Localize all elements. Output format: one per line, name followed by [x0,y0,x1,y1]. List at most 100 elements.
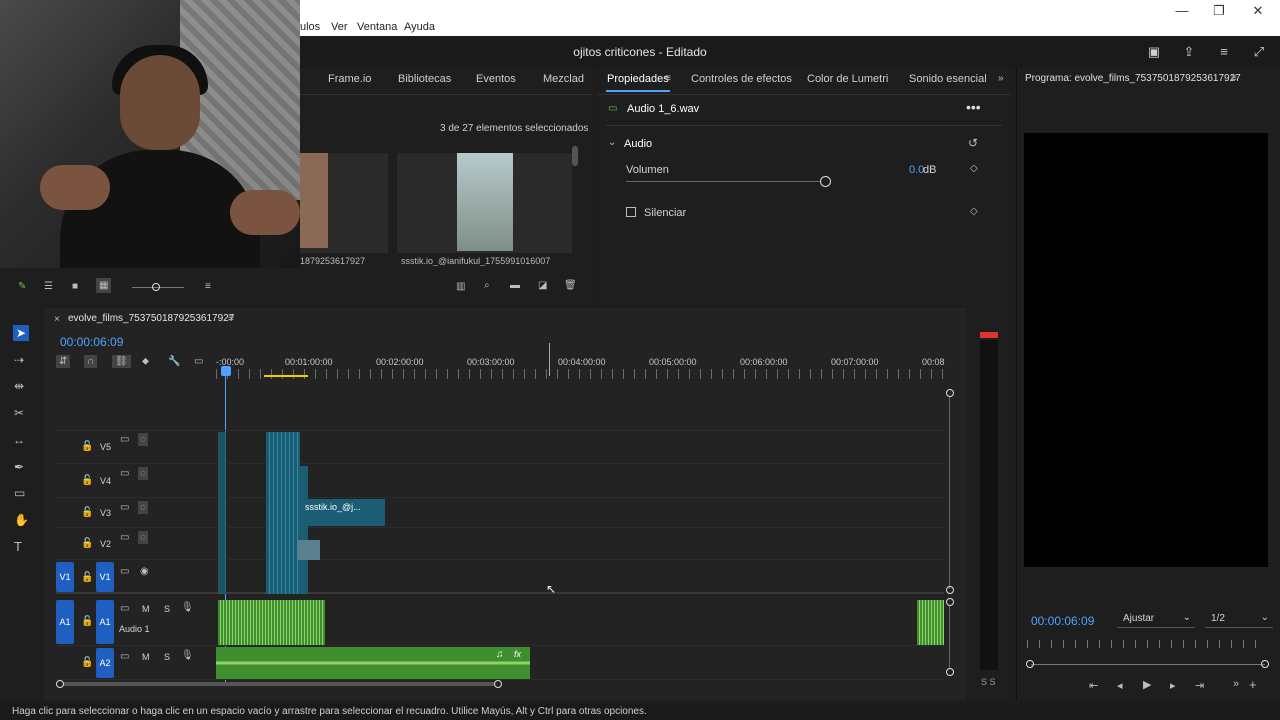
sync-lock-icon[interactable]: ▭ [120,434,129,445]
pen-tool-icon[interactable]: ✒ [14,460,24,474]
microphone-icon[interactable]: 🎙 [181,650,194,661]
eye-hidden-icon[interactable]: ◌ [138,433,148,446]
panel-menu-icon[interactable]: ≡ [665,73,671,84]
media-thumbnail[interactable] [300,153,388,253]
close-icon[interactable]: × [54,314,60,325]
close-icon[interactable]: ✕ [1248,3,1268,19]
eye-hidden-icon[interactable]: ◌ [138,467,148,480]
selection-tool-icon[interactable]: ➤ [13,325,30,341]
play-icon[interactable]: ▶ [1143,678,1151,691]
pencil-icon[interactable]: ✎ [18,281,26,292]
rectangle-tool-icon[interactable]: ▭ [14,486,25,500]
lock-icon[interactable]: 🔓 [81,616,93,627]
sync-lock-icon[interactable]: ▭ [120,532,129,543]
workspace-icon[interactable]: ≡ [1216,44,1232,60]
source-patch-v1[interactable]: V1 [56,562,74,592]
sort-icon[interactable]: ≡ [205,281,211,292]
mute-checkbox[interactable] [626,207,636,217]
program-ruler[interactable] [1027,640,1267,648]
work-area-bar[interactable] [264,375,308,377]
step-back-icon[interactable]: ◂ [1117,679,1123,692]
reset-icon[interactable]: ↺ [968,136,978,150]
video-clip-v3[interactable]: ssstik.io_@j... [302,499,385,526]
microphone-icon[interactable]: 🎙 [181,602,194,613]
tab-bibliotecas[interactable]: Bibliotecas [398,73,451,85]
volume-slider-handle[interactable] [820,176,831,187]
fullscreen-icon[interactable]: ⤢ [1251,44,1267,60]
resolution-select[interactable]: 1/2 ⌄ [1205,610,1273,628]
slip-tool-icon[interactable]: ↔ [13,433,25,447]
wrench-icon[interactable]: 🔧 [168,356,180,367]
solo-track-button[interactable]: S [164,604,170,614]
ripple-edit-tool-icon[interactable]: ⇹ [14,379,24,393]
video-scrollbar[interactable] [949,397,950,589]
source-patch-a1[interactable]: A1 [56,600,74,644]
timeline-zoom-scrollbar[interactable] [60,682,498,686]
more-tabs-icon[interactable]: » [998,73,1004,84]
program-scrollbar[interactable] [1031,664,1265,665]
video-clip[interactable] [300,466,308,594]
minimize-icon[interactable]: — [1172,3,1192,18]
chevron-down-icon[interactable]: ⌄ [608,137,616,148]
eye-hidden-icon[interactable]: ◌ [138,531,148,544]
type-tool-icon[interactable]: T [14,539,22,554]
panel-menu-icon[interactable]: ≡ [228,313,234,324]
volume-slider[interactable] [626,181,826,182]
more-controls-icon[interactable]: » [1233,678,1239,690]
audio-clip-a1-end[interactable] [917,600,944,645]
add-button-icon[interactable]: + [1249,677,1257,692]
track-target-a1[interactable]: A1 [96,600,114,644]
playhead-handle[interactable] [221,366,231,376]
audio-clip-a1[interactable] [218,600,325,645]
fit-select[interactable]: Ajustar ⌄ [1117,610,1195,628]
panel-menu-icon[interactable]: ≡ [1231,73,1237,84]
timeline-timecode[interactable]: 00:00:06:09 [60,335,123,349]
solo-track-button[interactable]: S [164,652,170,662]
captions-icon[interactable]: ▭ [194,356,203,367]
sync-lock-icon[interactable]: ▭ [120,603,129,614]
go-to-out-icon[interactable]: ⇥ [1195,679,1204,692]
eye-icon[interactable]: ◉ [140,566,149,577]
lock-icon[interactable]: 🔓 [81,507,93,518]
video-clip[interactable] [218,432,226,594]
new-item-icon[interactable]: ◪ [538,280,547,291]
track-target-a2[interactable]: A2 [96,648,114,678]
icon-view-icon[interactable]: ■ [72,281,78,292]
frame-io-icon[interactable]: ▣ [1146,44,1162,60]
step-forward-icon[interactable]: ▸ [1170,679,1176,692]
go-to-in-icon[interactable]: ⇤ [1089,679,1098,692]
menu-item-ayuda[interactable]: Ayuda [404,21,435,33]
search-icon[interactable]: ⌕ [484,280,490,291]
folder-icon[interactable]: ▬ [510,280,520,291]
snap-icon[interactable]: ∩ [84,355,98,368]
razor-tool-icon[interactable]: ✂ [14,406,24,420]
program-video-screen[interactable] [1024,133,1268,567]
track-select-tool-icon[interactable]: ⇢ [14,353,24,367]
volume-value[interactable]: 0.0 [909,164,924,176]
tab-controles-efectos[interactable]: Controles de efectos [691,73,792,85]
keyframe-icon[interactable]: ◇ [970,206,978,217]
more-options-icon[interactable]: ••• [966,99,981,115]
tab-eventos[interactable]: Eventos [476,73,516,85]
menu-item-titulos[interactable]: ulos [300,21,320,33]
tab-color-lumetri[interactable]: Color de Lumetri [807,73,888,85]
nest-icon[interactable]: ⇵ [56,355,71,368]
share-icon[interactable]: ⇪ [1181,44,1197,60]
trash-icon[interactable]: 🗑 [564,280,577,291]
hand-tool-icon[interactable]: ✋ [14,513,29,527]
lock-icon[interactable]: 🔓 [81,475,93,486]
audio-clip-a2[interactable]: ♫ fx [216,647,530,679]
sync-lock-icon[interactable]: ▭ [120,566,129,577]
audio-scrollbar[interactable] [949,606,950,668]
eye-hidden-icon[interactable]: ◌ [138,501,148,514]
video-clip-group[interactable] [266,432,300,594]
time-ruler[interactable] [216,369,946,379]
meter-solo-labels[interactable]: S S [981,677,996,687]
lock-icon[interactable]: 🔓 [81,572,93,583]
sync-lock-icon[interactable]: ▭ [120,651,129,662]
marker-icon[interactable]: ⬥ [142,356,149,367]
zoom-slider-handle[interactable] [152,283,160,291]
mute-track-button[interactable]: M [142,652,150,662]
tab-propiedades[interactable]: Propiedades [607,73,669,85]
automate-icon[interactable]: ▥ [456,281,465,292]
